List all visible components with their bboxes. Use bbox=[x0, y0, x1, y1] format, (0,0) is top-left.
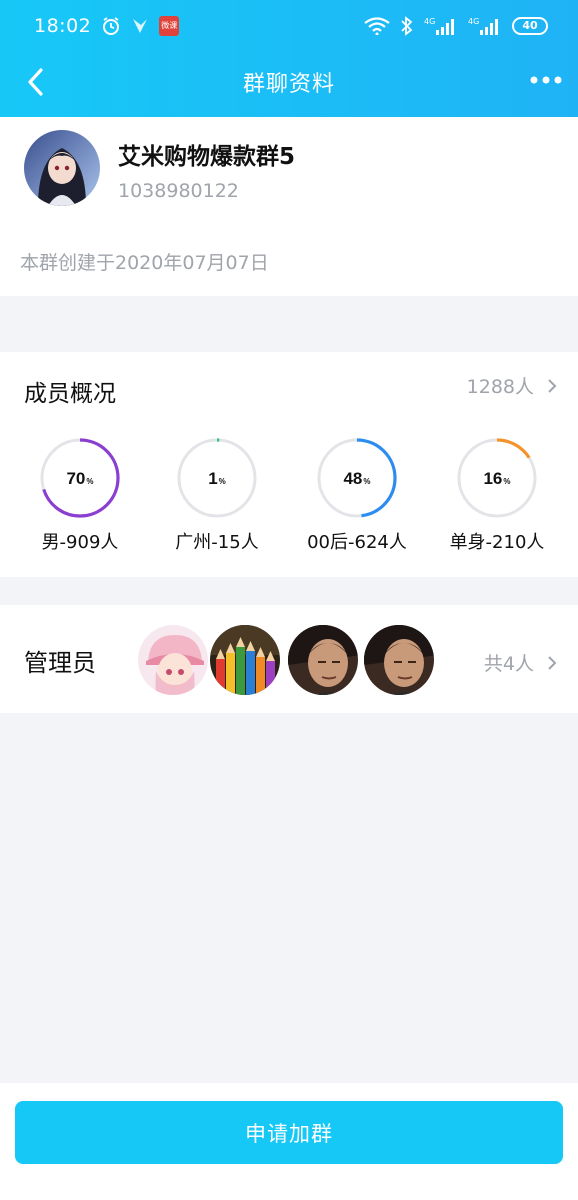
admins-card[interactable]: 管理员 共4人 bbox=[0, 605, 578, 713]
stat-label: 单身-210人 bbox=[449, 532, 545, 553]
stat-percent: 16% bbox=[483, 469, 510, 488]
group-id: 1038980122 bbox=[118, 180, 239, 202]
members-count-link[interactable]: 1288人 bbox=[467, 372, 558, 399]
member-stat: 48% 00后-624人 bbox=[287, 436, 427, 554]
admins-section-title: 管理员 bbox=[24, 649, 96, 677]
members-count: 1288人 bbox=[466, 376, 534, 398]
admin-avatars bbox=[136, 623, 446, 697]
admins-count-link[interactable]: 共4人 bbox=[484, 649, 558, 676]
member-stat: 16% 单身-210人 bbox=[427, 436, 567, 554]
group-profile-card: 艾米购物爆款群5 1038980122 本群创建于2020年07月07日 bbox=[0, 117, 578, 296]
group-name: 艾米购物爆款群5 bbox=[118, 144, 296, 170]
member-stat: 70% 男-909人 bbox=[10, 436, 150, 554]
app-notification-icon: 微课 bbox=[159, 16, 180, 36]
admin-avatar[interactable] bbox=[208, 623, 282, 697]
vpn-icon bbox=[133, 19, 148, 33]
stat-percent: 48% bbox=[343, 469, 370, 488]
signal-icon-2: 4G bbox=[468, 17, 498, 35]
stat-label: 男-909人 bbox=[41, 532, 119, 553]
stat-ring: 1% bbox=[177, 438, 257, 518]
svg-text:4G: 4G bbox=[468, 17, 479, 26]
join-group-button[interactable]: 申请加群 bbox=[15, 1101, 563, 1164]
stat-percent: 1% bbox=[208, 469, 226, 488]
admin-avatar[interactable] bbox=[286, 623, 360, 697]
group-created-date: 本群创建于2020年07月07日 bbox=[20, 252, 269, 274]
header: 18:02 微课 4G 4G 40 群聊资料 bbox=[0, 0, 578, 117]
nav-bar: 群聊资料 bbox=[0, 52, 578, 112]
admin-avatar[interactable] bbox=[136, 623, 210, 697]
member-stat: 1% 广州-15人 bbox=[147, 436, 287, 554]
chevron-right-icon bbox=[548, 378, 557, 393]
chevron-left-icon[interactable] bbox=[22, 64, 52, 100]
group-avatar[interactable] bbox=[24, 130, 100, 206]
battery-icon: 40 bbox=[512, 17, 548, 35]
stat-ring: 70% bbox=[40, 438, 120, 518]
stat-percent: 70% bbox=[66, 469, 93, 488]
stat-label: 广州-15人 bbox=[175, 532, 259, 553]
admins-count: 共4人 bbox=[483, 653, 534, 675]
signal-icon-1: 4G bbox=[424, 17, 454, 35]
status-time: 18:02 bbox=[34, 15, 92, 37]
members-overview-card: 成员概况 1288人 70% 男-909人 1% 广州-15人 48% 00后-624人 1… bbox=[0, 352, 578, 577]
status-bar: 18:02 微课 4G 4G 40 bbox=[0, 0, 578, 52]
admin-avatar[interactable] bbox=[362, 623, 436, 697]
wifi-icon bbox=[364, 17, 390, 35]
bluetooth-icon bbox=[401, 16, 413, 36]
stat-label: 00后-624人 bbox=[307, 532, 407, 553]
anime-girl-avatar-image bbox=[24, 130, 100, 206]
more-dots-icon[interactable] bbox=[528, 70, 564, 90]
bottom-bar: 申请加群 bbox=[0, 1083, 578, 1200]
stat-ring: 16% bbox=[457, 438, 537, 518]
chevron-right-icon bbox=[548, 655, 557, 670]
page-title: 群聊资料 bbox=[242, 72, 335, 97]
svg-text:4G: 4G bbox=[424, 17, 435, 26]
alarm-icon bbox=[103, 17, 120, 35]
members-section-title: 成员概况 bbox=[24, 381, 116, 407]
stat-ring: 48% bbox=[317, 438, 397, 518]
